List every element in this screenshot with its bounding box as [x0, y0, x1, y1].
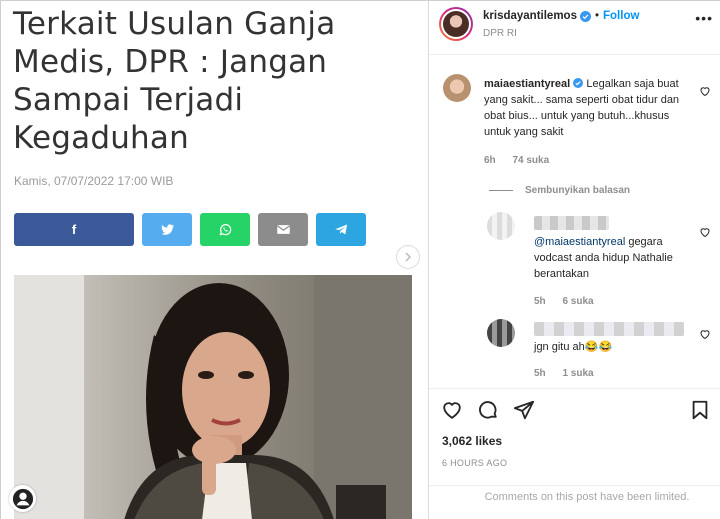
reply-mention[interactable]: @maiaestiantyreal — [534, 236, 625, 248]
share-paper-plane-icon[interactable] — [513, 399, 535, 421]
reply-avatar[interactable] — [487, 212, 515, 240]
telegram-share-button[interactable] — [316, 213, 366, 246]
headline-line: Sampai Terjadi — [13, 82, 244, 118]
user-account-button[interactable] — [9, 485, 36, 512]
more-options-icon[interactable]: ••• — [695, 10, 713, 26]
blurred-username — [534, 216, 609, 230]
article-headline: Terkait Usulan Ganja Medis, DPR : Jangan… — [13, 5, 423, 157]
facebook-icon: f — [71, 222, 77, 237]
comment-bubble-icon[interactable] — [477, 399, 499, 421]
carousel-next-button[interactable] — [396, 245, 420, 269]
whatsapp-share-button[interactable] — [200, 213, 250, 246]
comment-body: maiaestiantyreal Legalkan saja buat yang… — [484, 76, 689, 140]
reply-body: @maiaestiantyreal gegara vodcast anda hi… — [534, 234, 694, 282]
twitter-share-button[interactable] — [142, 213, 192, 246]
commenter-username[interactable]: maiaestiantyreal — [484, 78, 570, 90]
reply-body: jgn gitu ah😂😂 — [534, 339, 694, 355]
reply-time: 5h — [534, 368, 546, 379]
post-location[interactable]: DPR RI — [483, 28, 517, 39]
reply-likes[interactable]: 6 suka — [562, 296, 593, 307]
like-comment-heart-icon[interactable] — [699, 85, 711, 97]
separator-dot: • — [594, 10, 599, 22]
instagram-panel: krisdayantilemos • Follow DPR RI ••• mai… — [429, 1, 720, 519]
comment-time: 6h — [484, 155, 496, 166]
like-reply-heart-icon[interactable] — [699, 226, 711, 238]
email-icon — [276, 225, 290, 234]
user-icon — [12, 488, 33, 509]
photo-illustration — [14, 275, 412, 519]
article-photo — [14, 275, 412, 519]
email-share-button[interactable] — [258, 213, 308, 246]
comment-meta: 6h 74 suka — [484, 155, 563, 166]
commenter-avatar[interactable] — [443, 74, 471, 102]
reply-avatar[interactable] — [487, 319, 515, 347]
chevron-right-icon — [405, 252, 412, 262]
reply-likes[interactable]: 1 suka — [562, 368, 593, 379]
screenshot-root: Terkait Usulan Ganja Medis, DPR : Jangan… — [0, 0, 720, 519]
headline-line: Medis, DPR : Jangan — [13, 44, 328, 80]
like-heart-icon[interactable] — [441, 399, 463, 421]
divider — [489, 190, 513, 191]
comments-limited-notice: Comments on this post have been limited. — [429, 485, 720, 509]
comment-likes[interactable]: 74 suka — [512, 155, 549, 166]
blurred-username — [534, 322, 684, 336]
poster-username[interactable]: krisdayantilemos — [483, 10, 577, 22]
twitter-icon — [160, 224, 174, 235]
facebook-share-button[interactable]: f — [14, 213, 134, 246]
follow-button[interactable]: Follow — [603, 10, 639, 22]
bookmark-icon[interactable] — [689, 399, 711, 421]
article-screenshot: Terkait Usulan Ganja Medis, DPR : Jangan… — [1, 1, 429, 519]
poster-avatar[interactable] — [439, 7, 473, 41]
post-header: krisdayantilemos • Follow DPR RI ••• — [429, 1, 720, 55]
headline-line: Terkait Usulan Ganja — [13, 6, 336, 42]
reply-text: jgn gitu ah😂😂 — [534, 341, 613, 353]
likes-count[interactable]: 3,062 likes — [442, 434, 502, 448]
post-time: 6 HOURS AGO — [442, 458, 508, 468]
reply-meta: 5h 1 suka — [534, 368, 608, 379]
poster-info: krisdayantilemos • Follow — [483, 10, 639, 22]
hide-replies-toggle[interactable]: Sembunyikan balasan — [489, 185, 630, 196]
reply-time: 5h — [534, 296, 546, 307]
telegram-icon — [334, 224, 347, 235]
like-reply-heart-icon[interactable] — [699, 328, 711, 340]
article-date: Kamis, 07/07/2022 17:00 WIB — [14, 174, 174, 188]
reply-meta: 5h 6 suka — [534, 296, 608, 307]
headline-line: Kegaduhan — [13, 120, 189, 156]
verified-badge-icon — [573, 78, 584, 88]
whatsapp-icon — [219, 224, 231, 236]
hide-replies-label: Sembunyikan balasan — [525, 185, 631, 196]
verified-badge-icon — [579, 10, 591, 22]
post-actions: 3,062 likes 6 HOURS AGO Comments on this… — [429, 388, 720, 508]
